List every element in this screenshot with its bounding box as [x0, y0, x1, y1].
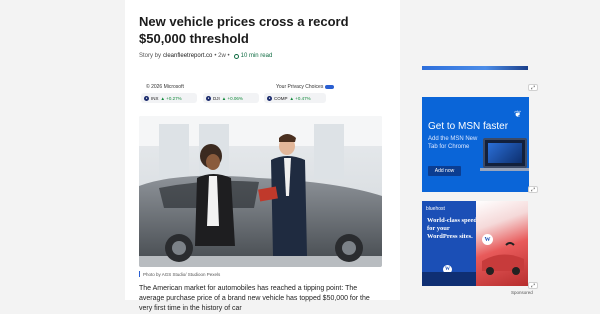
- laptop-image: [483, 138, 527, 168]
- ticker-change: ▲ +0.47%: [289, 95, 311, 101]
- ticker-symbol: COMP: [274, 95, 288, 101]
- msn-ad[interactable]: ❦ Get to MSN faster Add the MSN New Tab …: [422, 97, 529, 192]
- bluehost-headline: World-class speed for your WordPress sit…: [427, 217, 478, 240]
- showroom-photo: [139, 116, 382, 267]
- privacy-toggle-icon: [325, 84, 335, 89]
- bluehost-footer: [422, 272, 476, 286]
- add-now-button[interactable]: Add now: [428, 166, 461, 176]
- expand-icon[interactable]: ⤢: [528, 84, 538, 91]
- ticker-change: ▲ +0.06%: [221, 95, 243, 101]
- ticker-change: ▲ +0.27%: [160, 95, 182, 101]
- byline: Story by cleanfleetreport.co • 2w • 10 m…: [139, 53, 272, 59]
- ticker-symbol: INX: [151, 95, 159, 101]
- sponsored-label: Sponsored: [511, 290, 533, 295]
- msn-ad-text: Add the MSN New Tab for Chrome: [428, 136, 478, 150]
- article-photo[interactable]: [139, 116, 382, 267]
- msn-ad-headline: Get to MSN faster: [428, 121, 509, 132]
- byline-prefix: Story by: [139, 53, 162, 59]
- byline-source[interactable]: cleanfleetreport.co: [163, 53, 212, 59]
- bluehost-graphic: W: [476, 201, 528, 286]
- privacy-choices-link[interactable]: Your Privacy Choices: [276, 84, 335, 90]
- index-icon: ●: [144, 95, 149, 101]
- ticker-symbol: DJI: [213, 95, 220, 101]
- article-body: The American market for automobiles has …: [139, 285, 370, 312]
- laptop-base: [480, 168, 529, 171]
- index-icon: ●: [206, 95, 211, 101]
- ticker-chip-inx[interactable]: ● INX ▲ +0.27%: [141, 93, 197, 103]
- copyright-text: © 2026 Microsoft: [146, 84, 184, 90]
- article-title: New vehicle prices cross a record $50,00…: [139, 14, 349, 46]
- index-icon: ●: [267, 95, 272, 101]
- sidebar-thumbnail-strip[interactable]: [422, 66, 528, 70]
- clock-icon: [233, 53, 239, 59]
- ticker-chip-dji[interactable]: ● DJI ▲ +0.06%: [203, 93, 259, 103]
- car-graphic: [482, 242, 524, 275]
- bluehost-ad[interactable]: bluehost World-class speed for your Word…: [422, 201, 528, 286]
- caption-text: Photo by AGS Studio/ Studioon Pexels: [143, 271, 221, 277]
- read-time: 10 min read: [240, 53, 273, 59]
- privacy-label: Your Privacy Choices: [276, 84, 324, 90]
- photo-caption: Photo by AGS Studio/ Studioon Pexels: [139, 271, 220, 277]
- byline-age: • 2w •: [214, 53, 230, 59]
- expand-icon[interactable]: ⤢: [528, 282, 538, 289]
- bluehost-logo: bluehost: [426, 206, 445, 212]
- ticker-chip-comp[interactable]: ● COMP ▲ +0.47%: [264, 93, 326, 103]
- butterfly-icon: ❦: [514, 109, 522, 119]
- caption-bar-icon: [139, 271, 140, 277]
- expand-icon[interactable]: ⤢: [528, 186, 538, 193]
